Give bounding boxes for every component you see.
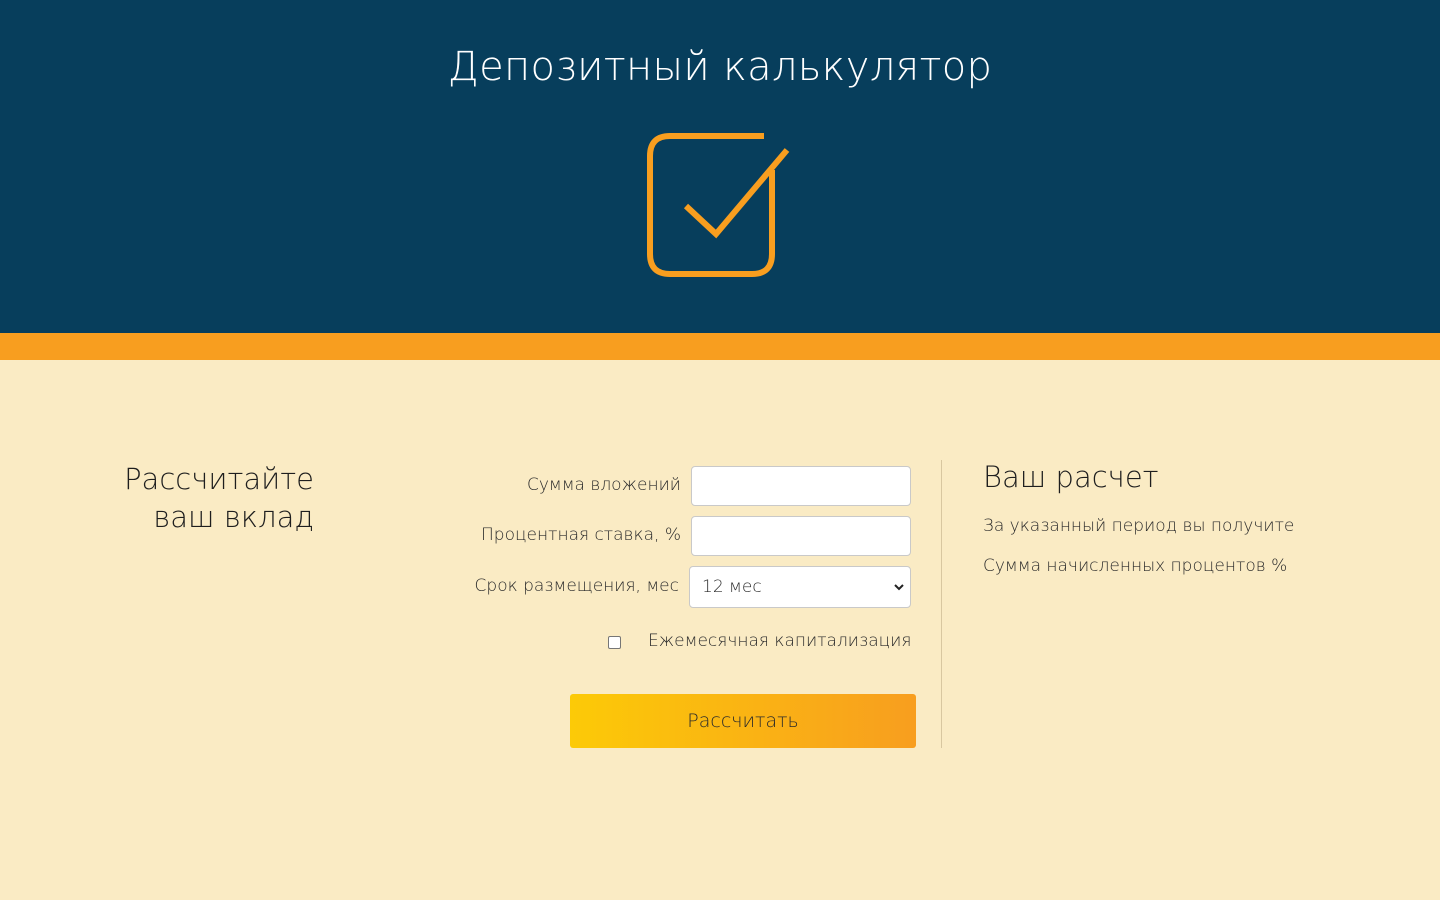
intro-heading-line1: Рассчитайте: [124, 462, 314, 496]
result-heading: Ваш расчет: [983, 460, 1159, 494]
result-interest-line: Сумма начисленных процентов %: [983, 556, 1288, 576]
section-divider: [941, 460, 942, 748]
intro-heading: Рассчитайте ваш вклад: [54, 460, 314, 536]
result-total-line: За указанный период вы получите: [983, 516, 1295, 536]
rate-label: Процентная ставка, %: [481, 525, 681, 545]
amount-input[interactable]: [691, 466, 911, 506]
capitalization-checkbox[interactable]: [608, 636, 621, 649]
chevron-down-icon: [894, 584, 904, 591]
page-title: Депозитный калькулятор: [447, 44, 993, 90]
accent-stripe: [0, 333, 1440, 360]
term-select-value: 12 мес: [702, 577, 762, 597]
calculator-section: Рассчитайте ваш вклад Сумма вложений Про…: [0, 360, 1440, 900]
rate-input[interactable]: [691, 516, 911, 556]
intro-heading-line2: ваш вклад: [153, 500, 314, 534]
amount-label: Сумма вложений: [526, 475, 681, 495]
calculate-button-label: Рассчитать: [687, 710, 799, 732]
term-label: Срок размещения, мес: [474, 576, 679, 596]
capitalization-label: Ежемесячная капитализация: [648, 631, 912, 651]
term-select[interactable]: 12 мес: [689, 566, 911, 608]
page-header: Депозитный калькулятор: [0, 0, 1440, 333]
calculate-button[interactable]: Рассчитать: [570, 694, 916, 748]
checkbox-check-icon: [647, 133, 790, 277]
